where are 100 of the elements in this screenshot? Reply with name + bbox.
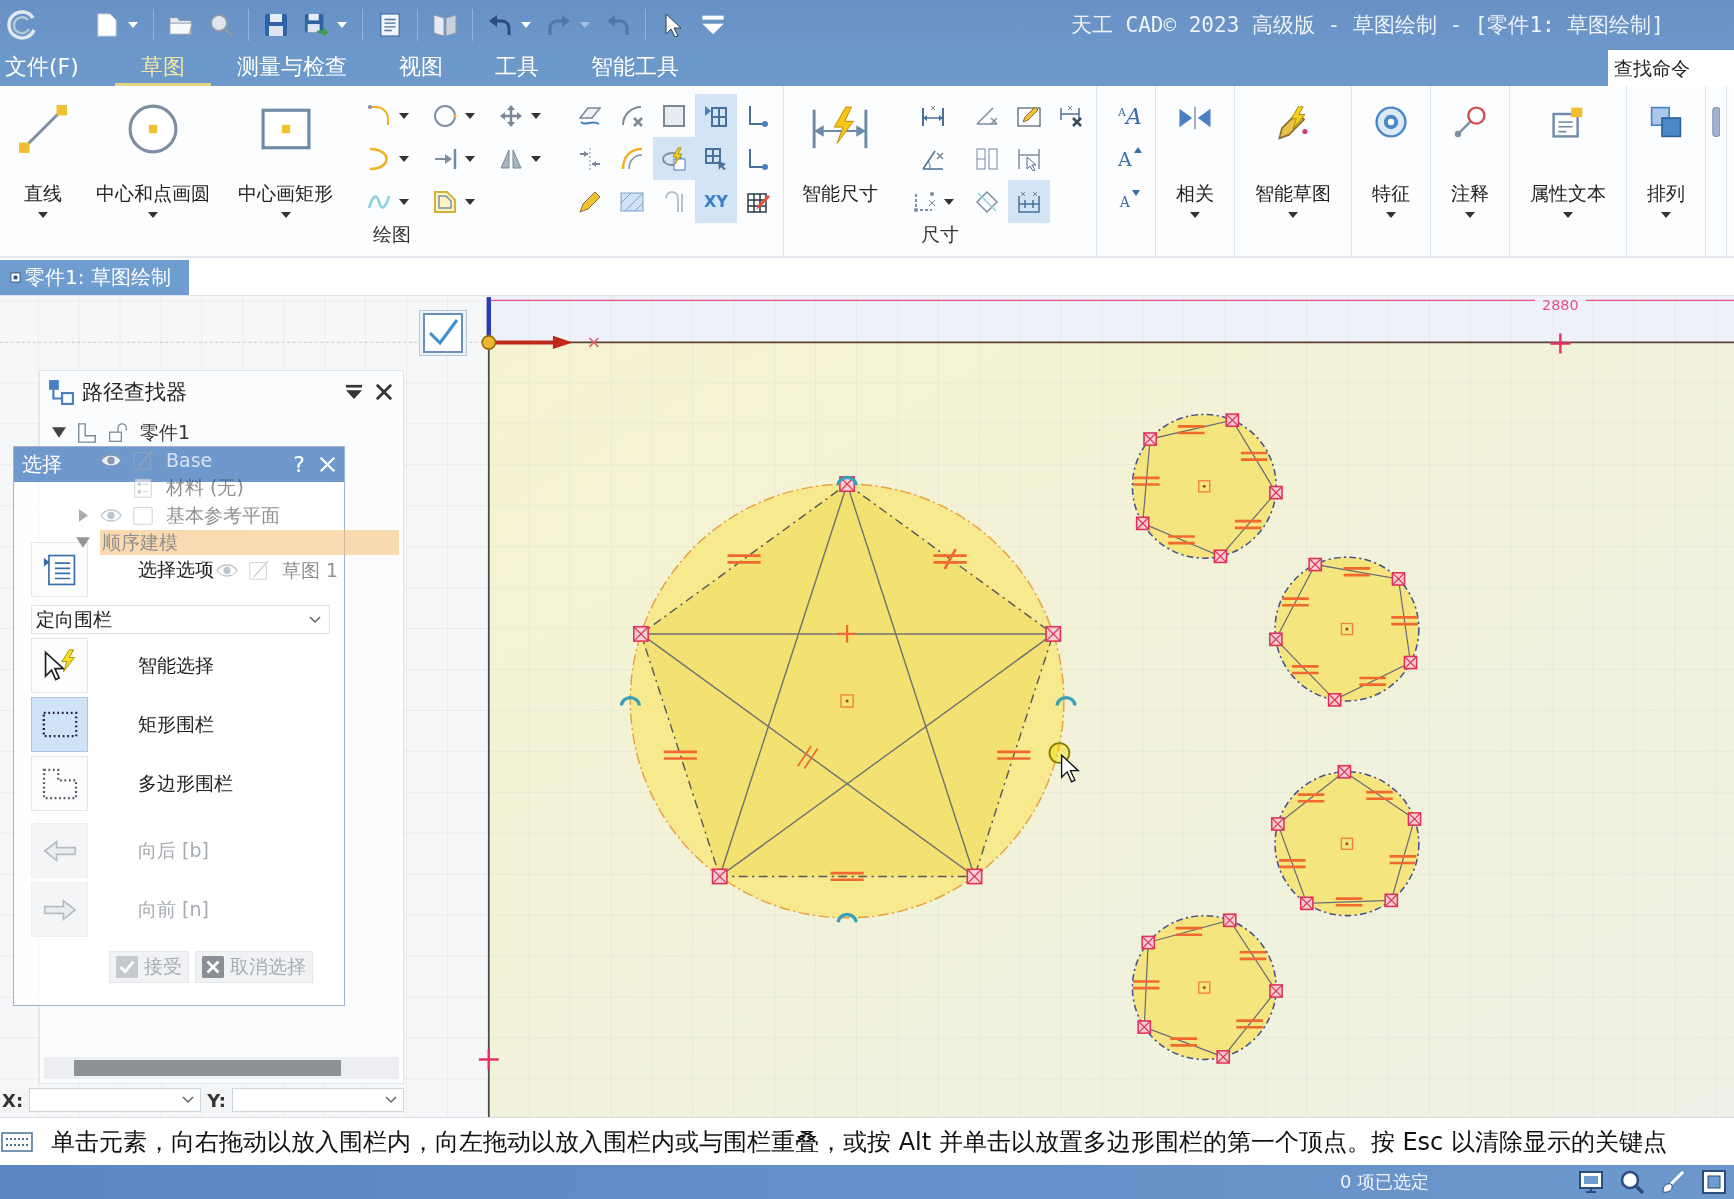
axis-end-mark: [588, 337, 600, 348]
coordinate-field[interactable]: [29, 1088, 202, 1112]
find-button[interactable]: [209, 11, 233, 39]
smart-sketch-button[interactable]: 智能草图: [1238, 86, 1347, 222]
rectangle-icon: [260, 108, 311, 150]
vertex-marker: [1391, 572, 1406, 586]
cursor-lightning-icon: [42, 648, 77, 683]
close-button[interactable]: [373, 381, 395, 403]
annotation-button[interactable]: 注释: [1434, 86, 1505, 222]
menu-tab[interactable]: 工具: [468, 50, 565, 86]
tree-item[interactable]: 零件1: [138, 420, 193, 446]
equal-constraint-mark: [1342, 567, 1372, 577]
vertex-marker: [1045, 625, 1062, 642]
equal-constraint-mark: [932, 547, 969, 571]
pencil-lightning-icon: [1275, 106, 1310, 140]
equal-constraint-mark: [1169, 1037, 1199, 1047]
line-button[interactable]: 直线: [4, 86, 82, 222]
leader-circle-icon: [1453, 106, 1486, 138]
center-mark: [840, 694, 854, 708]
fence-dropdown[interactable]: 定向围栏: [31, 605, 330, 634]
arc-icon: [367, 146, 391, 171]
rectangle-fence-button[interactable]: [31, 697, 88, 752]
relate-button[interactable]: 相关: [1159, 86, 1230, 222]
decrease-font-button[interactable]: A: [1109, 180, 1151, 223]
tree-item[interactable]: 材料 (无): [164, 475, 246, 501]
dimension-cursor-icon: [1017, 146, 1041, 171]
document-tab[interactable]: 零件1: 草图绘制: [0, 260, 189, 295]
vertex-marker: [1299, 896, 1314, 911]
move-arrows-icon: [499, 103, 523, 128]
check-button[interactable]: [419, 310, 467, 356]
dimension-group-button[interactable]: [1008, 180, 1050, 223]
tree-item[interactable]: 草图 1: [280, 557, 341, 583]
brush-icon[interactable]: [1661, 1170, 1685, 1194]
chevron-down-icon: [309, 615, 321, 624]
equal-constraint-mark: [1131, 980, 1161, 990]
vertex-marker: [711, 868, 728, 885]
save-as-button[interactable]: [304, 11, 347, 39]
smart-select-button[interactable]: [31, 638, 88, 693]
rectangle-button[interactable]: 中心画矩形: [224, 86, 347, 222]
xy-button[interactable]: XY: [695, 180, 737, 223]
vertex-marker: [1225, 413, 1240, 427]
property-text-button[interactable]: 属性文本: [1513, 86, 1622, 222]
rectangle-icon: [132, 504, 154, 527]
new-document-button[interactable]: [95, 11, 138, 39]
search-field[interactable]: 查找命令: [1608, 50, 1734, 86]
square-icon: [662, 103, 686, 128]
trim-arrows-icon: [578, 146, 602, 171]
lightning-sketch-button[interactable]: [653, 137, 695, 180]
swirl-logo-icon[interactable]: [7, 10, 37, 40]
tangent-mark: [836, 475, 858, 486]
keyboard-icon[interactable]: [1, 1131, 33, 1152]
equal-constraint-mark: [1239, 451, 1269, 461]
equal-constraint-mark: [1176, 425, 1206, 435]
horizontal-dimension-icon: [921, 103, 945, 128]
menu-tab[interactable]: 文件(F): [0, 50, 115, 86]
vertex-marker: [1308, 557, 1323, 572]
coordinate-field[interactable]: [231, 1088, 404, 1112]
menu-tab[interactable]: 测量与检查: [210, 50, 373, 86]
tree-item[interactable]: Base: [164, 447, 215, 473]
menu-tab[interactable]: 视图: [372, 50, 469, 86]
arrow-grid-icon: [704, 103, 728, 128]
cut-off-tool-icon: [1711, 106, 1720, 138]
parallel-constraint-mark: [796, 745, 819, 770]
tangent-mark: [1055, 696, 1077, 706]
option-label: 向前 [n]: [138, 896, 209, 922]
text-style-button[interactable]: $^{A}$A: [1109, 94, 1151, 137]
save-button[interactable]: [264, 11, 288, 39]
document-tab-icon: [10, 272, 21, 283]
properties-button[interactable]: [378, 11, 402, 39]
vertex-marker: [1143, 432, 1157, 446]
hatch-icon: [620, 189, 644, 214]
square-slash-icon: [132, 449, 154, 472]
monitor-icon[interactable]: [1579, 1170, 1603, 1194]
tangent-mark: [836, 912, 858, 923]
menu-tab[interactable]: 智能工具: [564, 50, 705, 86]
cross-marker: [837, 623, 858, 644]
help-button[interactable]: ?: [287, 452, 311, 477]
smart-dimension-button[interactable]: 智能尺寸: [788, 86, 892, 222]
vertex-marker: [1269, 485, 1283, 500]
panel-menu-button[interactable]: [343, 382, 365, 402]
book-button[interactable]: [433, 11, 457, 39]
fit-frame-icon[interactable]: [1702, 1170, 1726, 1194]
options-button[interactable]: [31, 542, 88, 597]
prompt-text: 单击元素，向右拖动以放入围栏内，向左拖动以放入围栏内或与围栏重叠，或按 Alt 并单击以放置多边形围栏的第一个顶点。按 Esc 以清除显示的关键点: [51, 1126, 1667, 1158]
circle-button[interactable]: 中心和点画圆: [82, 86, 224, 222]
vertex-marker: [1269, 632, 1283, 647]
close-icon: [319, 456, 336, 473]
feature-button[interactable]: 特征: [1355, 86, 1426, 222]
chevron-down-icon: [385, 1096, 397, 1104]
increase-font-button[interactable]: A: [1109, 137, 1151, 180]
arrow-grid-button[interactable]: [695, 94, 737, 137]
polygon-fence-button[interactable]: [31, 756, 88, 811]
scrollbar-thumb[interactable]: [74, 1060, 341, 1076]
tree-item[interactable]: 基本参考平面: [164, 502, 282, 528]
magnifier-icon[interactable]: [1620, 1170, 1644, 1194]
equal-constraint-mark: [1290, 665, 1320, 675]
check-icon: [423, 313, 463, 353]
tangent-mark: [619, 696, 641, 706]
undo-arrow-icon: [488, 13, 512, 37]
arrange-button[interactable]: 排列: [1630, 86, 1701, 222]
